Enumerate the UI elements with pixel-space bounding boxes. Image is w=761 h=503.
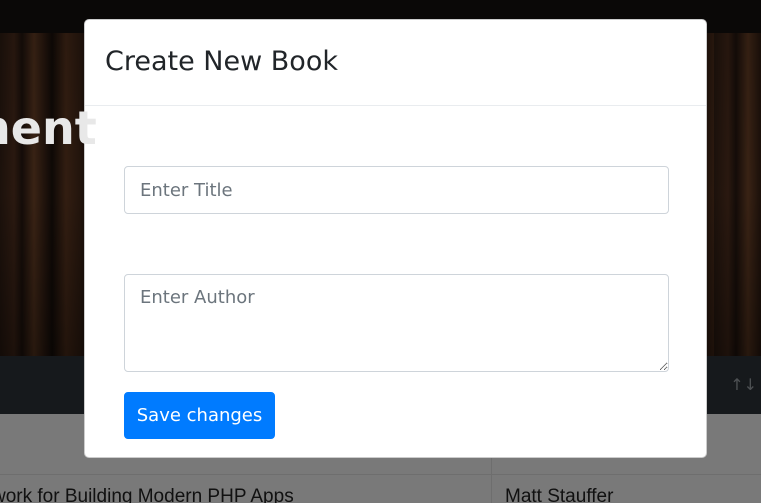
modal-header: Create New Book — [85, 20, 706, 106]
create-book-modal: Create New Book Save changes — [84, 19, 707, 458]
save-changes-button[interactable]: Save changes — [124, 392, 275, 439]
author-textarea[interactable] — [124, 274, 669, 372]
title-input[interactable] — [124, 166, 669, 214]
hero-title: nent — [0, 101, 97, 155]
modal-title: Create New Book — [105, 46, 338, 77]
